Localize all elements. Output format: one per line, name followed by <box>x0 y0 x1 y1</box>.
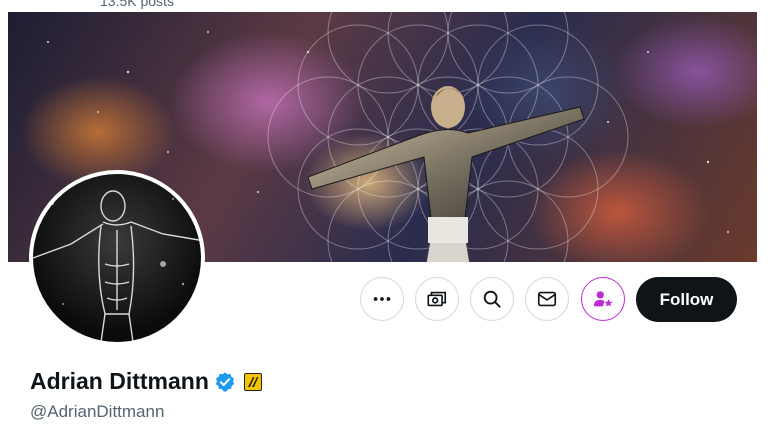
affiliate-badge-icon[interactable] <box>243 372 262 391</box>
more-horizontal-icon <box>373 297 391 301</box>
subscriptions-button[interactable] <box>415 277 459 321</box>
armored-figure-illustration <box>308 86 585 262</box>
top-bar: 13.5K posts <box>0 0 768 12</box>
subscriptions-icon <box>427 291 447 307</box>
follow-button[interactable]: Follow <box>636 277 737 322</box>
affiliate-logo-icon <box>247 376 259 387</box>
posts-count: 13.5K posts <box>100 0 174 9</box>
display-name: Adrian Dittmann <box>30 368 209 394</box>
user-handle: @AdrianDittmann <box>30 402 165 421</box>
message-button[interactable] <box>525 277 569 321</box>
more-button[interactable] <box>360 277 404 321</box>
profile-avatar[interactable] <box>29 170 205 346</box>
avatar-image <box>33 174 201 342</box>
person-star-icon <box>593 291 613 307</box>
search-button[interactable] <box>470 277 514 321</box>
sketched-figure-illustration <box>33 190 200 342</box>
verified-badge-icon[interactable] <box>214 371 236 393</box>
mail-icon <box>537 291 557 307</box>
name-row: Adrian Dittmann <box>30 368 262 395</box>
subscribe-button[interactable] <box>581 277 625 321</box>
search-icon <box>483 290 501 308</box>
